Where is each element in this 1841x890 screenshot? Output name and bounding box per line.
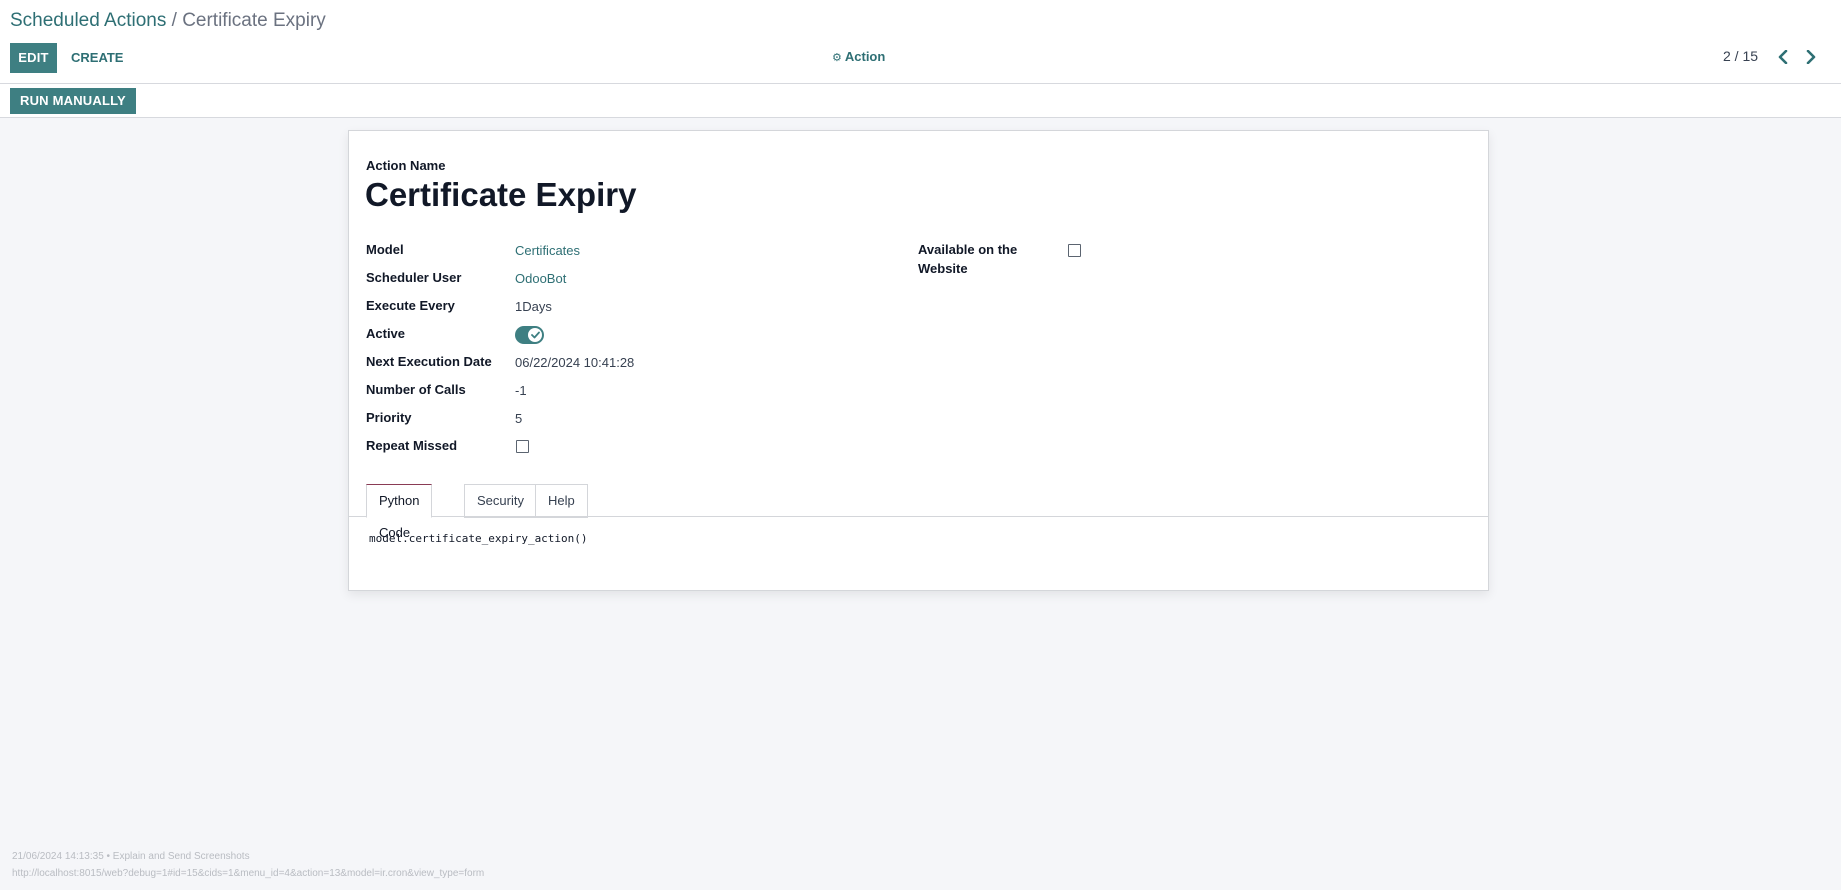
- model-label: Model: [366, 242, 404, 257]
- tab-python-code[interactable]: Python Code: [366, 484, 433, 540]
- next-execution-date-value: 06/22/2024 10:41:28: [515, 355, 635, 370]
- run-manually-button[interactable]: RUN MANUALLY: [10, 88, 136, 114]
- footer-url: http://localhost:8015/web?debug=1#id=15&…: [12, 868, 485, 879]
- create-button[interactable]: CREATE: [63, 43, 131, 73]
- breadcrumb-parent-link[interactable]: Scheduled Actions: [10, 10, 166, 31]
- available-on-website-label-line1: Available on the: [918, 242, 1018, 257]
- priority-label: Priority: [366, 410, 412, 425]
- active-label: Active: [366, 326, 406, 341]
- breadcrumb-separator: /: [171, 10, 177, 31]
- available-on-website-label-line2: Website: [918, 261, 968, 276]
- tab-security[interactable]: Security: [464, 484, 537, 518]
- tab-help[interactable]: Help: [535, 484, 588, 518]
- number-of-calls-value: -1: [515, 383, 527, 398]
- pager-next-button[interactable]: [1801, 46, 1821, 68]
- tab-divider: [349, 516, 1488, 517]
- gear-icon: ⚙: [832, 52, 842, 64]
- breadcrumb: Scheduled Actions / Certificate Expiry: [10, 9, 326, 33]
- action-menu-button[interactable]: ⚙ Action: [832, 49, 885, 64]
- chevron-right-icon: [1806, 50, 1816, 64]
- footer-timestamp: 21/06/2024 14:13:35 • Explain and Send S…: [12, 851, 250, 862]
- action-name-label: Action Name: [366, 158, 446, 173]
- pager-value[interactable]: 2 / 15: [1723, 48, 1758, 64]
- edit-button[interactable]: EDIT: [10, 43, 57, 73]
- next-execution-date-label: Next Execution Date: [366, 354, 492, 369]
- available-on-website-checkbox[interactable]: [1068, 244, 1081, 257]
- control-panel: Scheduled Actions / Certificate Expiry E…: [0, 0, 1841, 84]
- number-of-calls-label: Number of Calls: [366, 382, 466, 397]
- pager-previous-button[interactable]: [1773, 46, 1793, 68]
- execute-every-value: 1Days: [515, 299, 552, 314]
- scheduler-user-link[interactable]: OdooBot: [515, 271, 566, 286]
- active-toggle[interactable]: [515, 326, 544, 344]
- priority-value: 5: [515, 411, 523, 426]
- repeat-missed-label: Repeat Missed: [366, 438, 458, 453]
- scheduler-user-label: Scheduler User: [366, 270, 462, 285]
- repeat-missed-checkbox[interactable]: [516, 440, 529, 453]
- chevron-left-icon: [1778, 50, 1788, 64]
- execute-every-label: Execute Every: [366, 298, 455, 313]
- toggle-knob: [528, 328, 542, 342]
- form-sheet: Action Name Certificate Expiry Model Cer…: [348, 130, 1489, 591]
- breadcrumb-current: Certificate Expiry: [182, 10, 326, 31]
- statusbar: RUN MANUALLY: [0, 84, 1841, 118]
- action-name-field[interactable]: Certificate Expiry: [365, 172, 636, 218]
- check-icon: [530, 331, 540, 339]
- action-menu-label: Action: [844, 49, 886, 64]
- model-link[interactable]: Certificates: [515, 243, 580, 258]
